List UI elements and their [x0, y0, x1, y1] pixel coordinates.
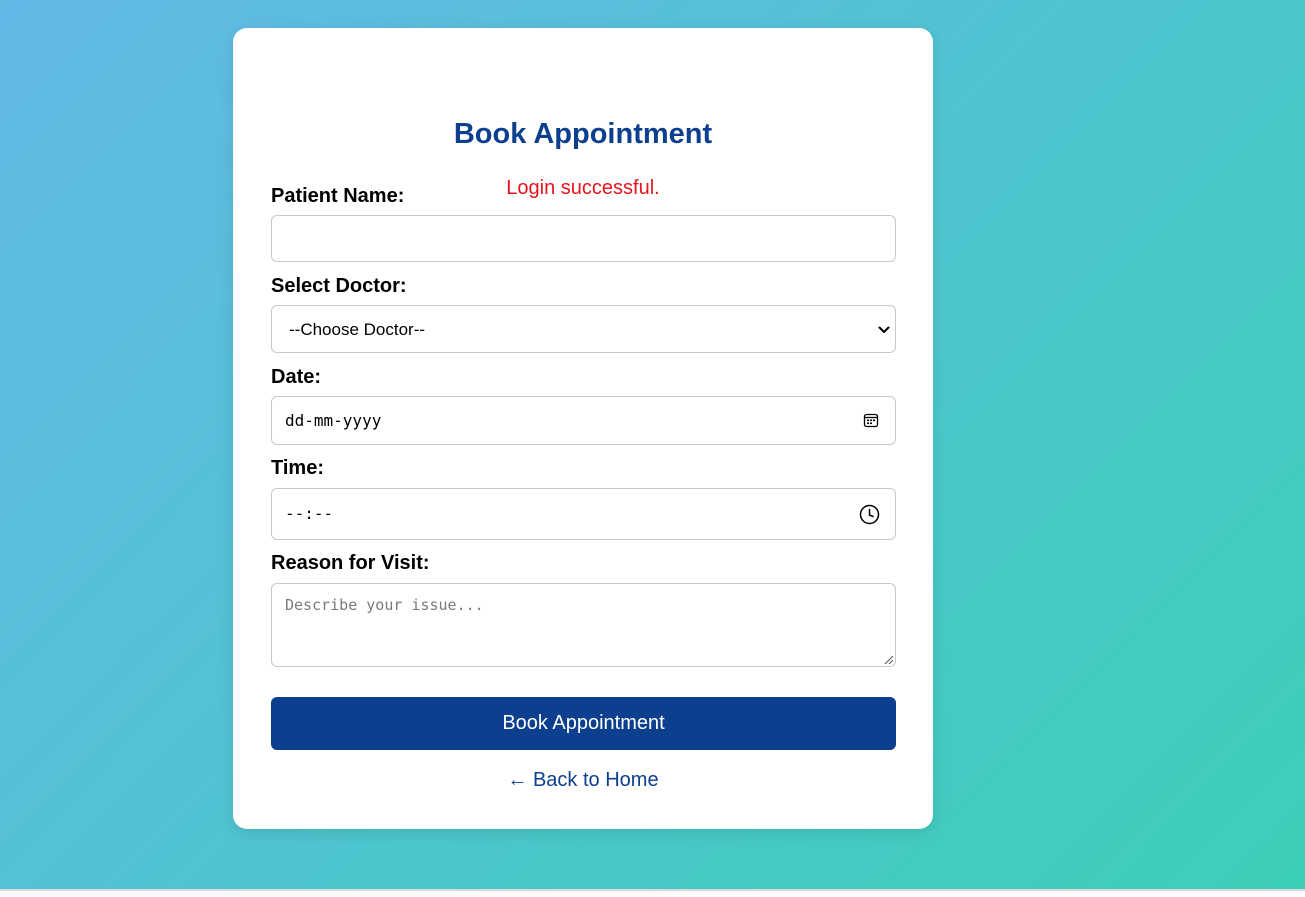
back-to-home-link[interactable]: ← Back to Home	[233, 768, 933, 792]
time-input[interactable]: --:--	[271, 488, 896, 540]
date-input[interactable]: dd-mm-yyyy	[271, 396, 896, 445]
time-label: Time:	[271, 457, 324, 479]
date-label: Date:	[271, 366, 322, 388]
doctor-select-value: --Choose Doctor--	[289, 320, 426, 339]
book-appointment-button[interactable]: Book Appointment	[271, 697, 896, 750]
reason-placeholder: Describe your issue...	[285, 596, 484, 614]
doctor-select[interactable]: --Choose Doctor--	[271, 305, 896, 353]
page-bottom-border	[0, 889, 1305, 891]
date-value: dd-mm-yyyy	[285, 411, 382, 430]
chevron-down-icon	[878, 326, 890, 333]
patient-name-label: Patient Name:	[271, 185, 405, 207]
doctor-label: Select Doctor:	[271, 275, 407, 297]
time-value: --:--	[285, 504, 334, 523]
calendar-icon[interactable]	[863, 412, 879, 428]
reason-label: Reason for Visit:	[271, 552, 430, 574]
page-title: Book Appointment	[453, 118, 713, 150]
reason-textarea[interactable]: Describe your issue...	[271, 583, 896, 667]
patient-name-input[interactable]	[271, 215, 896, 262]
appointment-card: Book Appointment Login successful. Patie…	[233, 28, 933, 829]
clock-icon[interactable]	[859, 504, 880, 525]
resize-handle-icon[interactable]	[884, 655, 894, 665]
